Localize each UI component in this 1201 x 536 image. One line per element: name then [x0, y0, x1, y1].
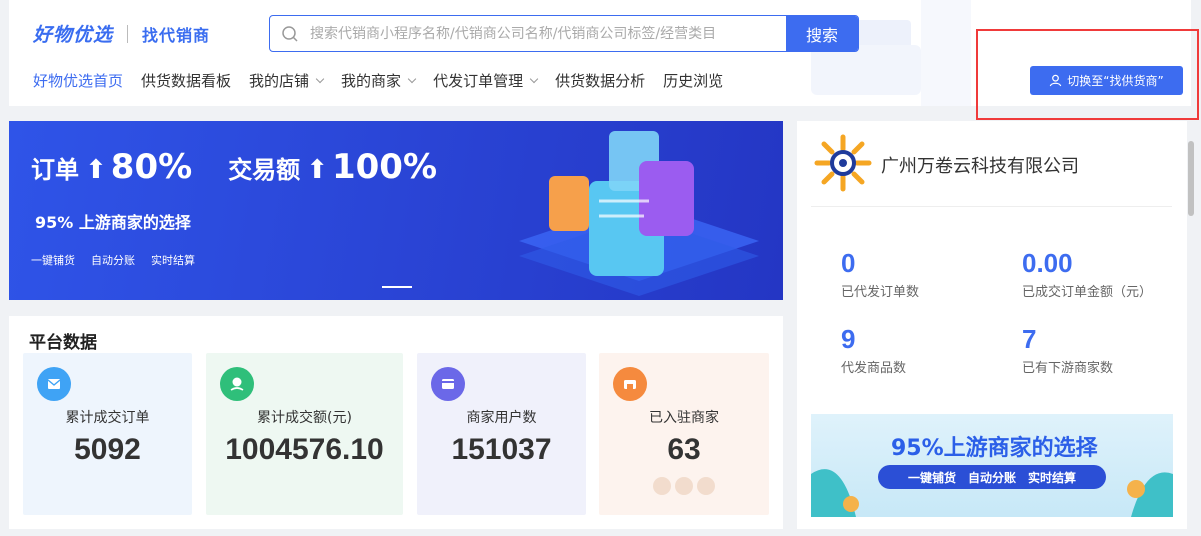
metric-orders: 0 已代发订单数: [841, 248, 919, 300]
money-icon: [220, 367, 254, 401]
stat-label: 商家用户数: [466, 410, 537, 426]
nav-item-label: 我的商家: [341, 72, 402, 90]
nav-item[interactable]: 代发订单管理: [433, 70, 539, 91]
up-arrow-icon: ⬆: [85, 155, 107, 185]
nav-item-label: 好物优选首页: [33, 72, 124, 90]
nav-item[interactable]: 历史浏览: [663, 70, 723, 91]
platform-data-panel: 平台数据 累计成交订单 5092 累计成交额(元) 1004576.10 商家用户数 15…: [9, 316, 783, 529]
nav-item-label: 历史浏览: [663, 72, 724, 90]
banner-feature: 一键铺货: [31, 254, 75, 267]
stat-card: 累计成交订单 5092: [23, 353, 192, 515]
promo-banner[interactable]: 订单 ⬆ 80% 交易额 ⬆ 100% 95% 上游商家的选择 一键铺货 自动分…: [9, 121, 783, 300]
stat-label: 已入驻商家: [649, 410, 719, 426]
merchant-avatars: [653, 477, 715, 495]
company-name: 广州万卷云科技有限公司: [881, 156, 1079, 177]
stat-value: 5092: [74, 433, 141, 466]
logo-divider: [127, 24, 129, 43]
banner-feature: 实时结算: [151, 254, 195, 267]
banner-feature: 自动分账: [91, 254, 135, 267]
promo-feature: 自动分账: [967, 470, 1016, 485]
chevron-down-icon: [315, 74, 325, 83]
scrollbar-thumb[interactable]: [1188, 141, 1194, 216]
search-icon: [270, 16, 310, 51]
scrollbar[interactable]: [1187, 121, 1195, 221]
card-icon: [431, 367, 465, 401]
banner-order-label: 订单: [31, 156, 79, 184]
search-bar: 搜索: [269, 15, 859, 52]
chat-bubbles-illustration: [519, 131, 759, 296]
metric-label: 代发商品数: [841, 361, 907, 376]
envelope-icon: [37, 367, 71, 401]
promo-title: 95%上游商家的选择: [891, 436, 1098, 461]
stat-card: 商家用户数 151037: [417, 353, 586, 515]
promo-card[interactable]: 95%上游商家的选择 一键铺货 自动分账 实时结算: [811, 414, 1173, 517]
nav-item[interactable]: 我的店铺: [249, 70, 325, 91]
metric-label: 已代发订单数: [841, 285, 920, 300]
promo-feature: 一键铺货: [907, 470, 956, 485]
nav-item[interactable]: 供货数据分析: [555, 70, 645, 91]
platform-title: 平台数据: [29, 333, 97, 353]
stat-value: 1004576.10: [225, 433, 384, 466]
up-arrow-icon: ⬆: [306, 155, 328, 185]
stat-value: 63: [667, 433, 701, 466]
nav-item[interactable]: 我的商家: [341, 70, 417, 91]
logo[interactable]: 好物优选 找代销商: [33, 20, 210, 47]
nav-item[interactable]: 供货数据看板: [141, 70, 231, 91]
banner-subtitle: 95% 上游商家的选择: [35, 213, 191, 232]
banner-amount-value: 100%: [331, 147, 438, 187]
store-icon: [613, 367, 647, 401]
promo-features: 一键铺货 自动分账 实时结算: [878, 465, 1106, 489]
metric-value: 9: [841, 324, 856, 354]
nav-item[interactable]: 好物优选首页: [33, 70, 123, 91]
company-logo-icon: [814, 134, 872, 192]
banner-features: 一键铺货 自动分账 实时结算: [31, 252, 195, 268]
chevron-down-icon: [529, 74, 539, 83]
banner-amount-label: 交易额: [228, 156, 301, 184]
avatar: [653, 477, 671, 495]
banner-stats: 订单 ⬆ 80% 交易额 ⬆ 100%: [31, 147, 437, 187]
carousel-indicator[interactable]: [382, 286, 412, 288]
metric-label: 已有下游商家数: [1022, 361, 1114, 376]
promo-feature: 实时结算: [1028, 470, 1077, 485]
metric-value: 0.00: [1022, 248, 1073, 278]
metric-merchants: 7 已有下游商家数: [1022, 324, 1113, 376]
metric-label: 已成交订单金额（元）: [1022, 285, 1153, 300]
metric-value: 7: [1022, 324, 1037, 354]
nav-item-label: 我的店铺: [249, 72, 310, 90]
stat-value: 151037: [451, 433, 552, 466]
banner-order-value: 80%: [110, 147, 193, 187]
chevron-down-icon: [407, 74, 417, 83]
nav-item-label: 代发订单管理: [433, 72, 524, 90]
logo-main-text: 好物优选: [33, 24, 114, 46]
nav-item-label: 供货数据看板: [141, 72, 232, 90]
avatar: [675, 477, 693, 495]
stat-card: 累计成交额(元) 1004576.10: [206, 353, 403, 515]
nav-item-label: 供货数据分析: [555, 72, 646, 90]
search-input[interactable]: [310, 16, 786, 51]
search-button[interactable]: 搜索: [786, 16, 858, 51]
stat-label: 累计成交订单: [65, 410, 150, 426]
metric-products: 9 代发商品数: [841, 324, 906, 376]
metric-amount: 0.00 已成交订单金额（元）: [1022, 248, 1152, 300]
divider: [811, 206, 1172, 207]
metric-value: 0: [841, 248, 856, 278]
company-panel: 广州万卷云科技有限公司 0 已代发订单数 0.00 已成交订单金额（元） 9 代…: [797, 121, 1187, 529]
main-nav: 好物优选首页 供货数据看板 我的店铺 我的商家 代发订单管理 供货数据分析 历史浏览: [33, 70, 741, 91]
logo-sub-text: 找代销商: [142, 25, 211, 45]
stat-card: 已入驻商家 63: [599, 353, 769, 515]
highlight-box: [976, 29, 1199, 120]
avatar: [697, 477, 715, 495]
stat-label: 累计成交额(元): [257, 410, 352, 426]
